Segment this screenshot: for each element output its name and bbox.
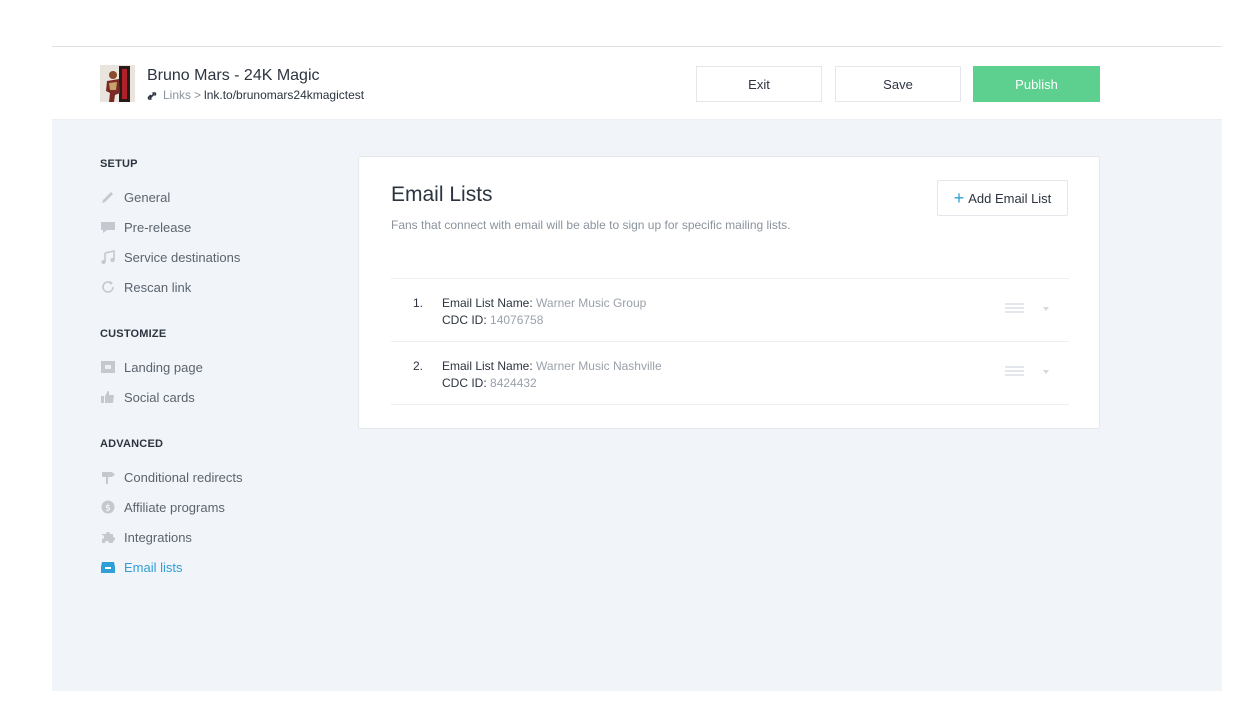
puzzle-icon <box>100 530 116 544</box>
list-item-cdc: CDC ID: 14076758 <box>442 313 543 327</box>
name-value: Warner Music Group <box>536 296 647 310</box>
sidebar-item-email-lists[interactable]: Email lists <box>100 557 183 577</box>
list-item-cdc: CDC ID: 8424432 <box>442 376 537 390</box>
drag-handle-icon[interactable] <box>1005 364 1024 376</box>
signpost-icon <box>100 470 116 484</box>
email-lists-card: Email Lists Fans that connect with email… <box>358 156 1100 429</box>
breadcrumb-url[interactable]: lnk.to/brunomars24kmagictest <box>204 88 364 102</box>
breadcrumb: Links > lnk.to/brunomars24kmagictest <box>147 88 364 102</box>
thumbs-up-icon <box>100 390 116 404</box>
sidebar-item-pre-release[interactable]: Pre-release <box>100 217 191 237</box>
sidebar-item-label: Pre-release <box>124 219 192 235</box>
speech-bubble-icon <box>100 220 116 234</box>
section-heading-setup: SETUP <box>100 158 138 170</box>
pencil-icon <box>100 190 116 204</box>
sidebar-item-label: General <box>124 189 171 205</box>
cdc-value: 8424432 <box>490 376 537 390</box>
sidebar-item-label: Email lists <box>124 559 183 575</box>
inbox-icon <box>100 560 116 574</box>
sidebar-item-service-destinations[interactable]: Service destinations <box>100 247 240 267</box>
music-note-icon <box>100 250 116 264</box>
section-heading-advanced: ADVANCED <box>100 438 164 450</box>
list-item-name: Email List Name: Warner Music Group <box>442 296 646 310</box>
add-email-list-button[interactable]: + Add Email List <box>937 180 1068 216</box>
sidebar-item-label: Service destinations <box>124 249 241 265</box>
name-label: Email List Name: <box>442 359 533 373</box>
email-list-table: 1. Email List Name: Warner Music Group C… <box>391 278 1069 405</box>
sidebar-item-social-cards[interactable]: Social cards <box>100 387 195 407</box>
page-title: Email Lists <box>391 183 493 206</box>
page-description: Fans that connect with email will be abl… <box>391 218 791 232</box>
breadcrumb-separator: > <box>194 88 202 102</box>
app-window: Bruno Mars - 24K Magic Links > lnk.to/br… <box>52 46 1222 691</box>
name-value: Warner Music Nashville <box>536 359 662 373</box>
sidebar-item-label: Integrations <box>124 529 192 545</box>
sidebar-item-label: Landing page <box>124 359 203 375</box>
breadcrumb-links[interactable]: Links <box>163 88 191 102</box>
svg-text:$: $ <box>105 504 111 514</box>
sidebar-item-landing-page[interactable]: Landing page <box>100 357 203 377</box>
sidebar-item-label: Rescan link <box>124 279 192 295</box>
list-item[interactable]: 2. Email List Name: Warner Music Nashvil… <box>391 342 1069 405</box>
name-label: Email List Name: <box>442 296 533 310</box>
list-item-number: 2. <box>413 359 424 373</box>
list-item-number: 1. <box>413 296 424 310</box>
sidebar-item-label: Conditional redirects <box>124 469 243 485</box>
dollar-coin-icon: $ <box>100 500 116 514</box>
cdc-label: CDC ID: <box>442 376 487 390</box>
album-thumbnail <box>100 65 135 102</box>
sidebar-item-rescan-link[interactable]: Rescan link <box>100 277 191 297</box>
add-email-list-label: Add Email List <box>968 190 1052 206</box>
list-item[interactable]: 1. Email List Name: Warner Music Group C… <box>391 279 1069 342</box>
landing-page-icon <box>100 360 116 374</box>
sidebar-item-label: Social cards <box>124 389 195 405</box>
chevron-down-icon[interactable] <box>1041 301 1051 311</box>
sidebar-item-affiliate-programs[interactable]: $ Affiliate programs <box>100 497 225 517</box>
refresh-icon <box>100 280 116 294</box>
save-button[interactable]: Save <box>835 66 961 102</box>
chain-link-icon <box>147 90 157 100</box>
list-item-name: Email List Name: Warner Music Nashville <box>442 359 662 373</box>
publish-button[interactable]: Publish <box>973 66 1100 102</box>
cdc-label: CDC ID: <box>442 313 487 327</box>
cdc-value: 14076758 <box>490 313 544 327</box>
section-heading-customize: CUSTOMIZE <box>100 328 167 340</box>
sidebar-item-integrations[interactable]: Integrations <box>100 527 192 547</box>
plus-icon: + <box>953 188 965 208</box>
sidebar-item-conditional-redirects[interactable]: Conditional redirects <box>100 467 243 487</box>
exit-button[interactable]: Exit <box>696 66 822 102</box>
editor-header: Bruno Mars - 24K Magic Links > lnk.to/br… <box>52 47 1222 120</box>
chevron-down-icon[interactable] <box>1041 364 1051 374</box>
sidebar-item-label: Affiliate programs <box>124 499 225 515</box>
drag-handle-icon[interactable] <box>1005 301 1024 313</box>
release-title: Bruno Mars - 24K Magic <box>147 67 320 84</box>
sidebar-item-general[interactable]: General <box>100 187 170 207</box>
